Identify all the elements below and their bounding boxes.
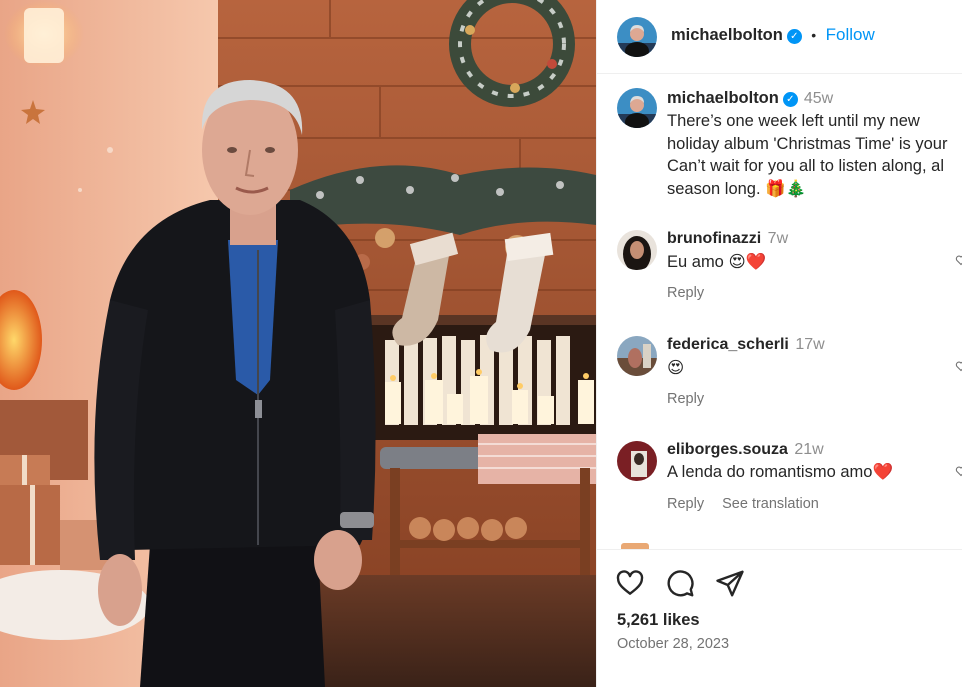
caption-avatar[interactable] <box>617 88 657 128</box>
commenter-avatar[interactable] <box>617 336 657 376</box>
heart-icon[interactable] <box>955 465 962 477</box>
commenter-avatar[interactable] <box>617 230 657 270</box>
follow-button[interactable]: Follow <box>826 25 875 44</box>
comment-text: Eu amo 😍❤️ <box>667 253 767 271</box>
heart-icon[interactable] <box>615 568 645 598</box>
reply-button[interactable]: Reply <box>667 391 704 407</box>
comment-timestamp[interactable]: 21w <box>794 441 823 458</box>
comment-timestamp[interactable]: 17w <box>795 336 824 353</box>
comment-timestamp[interactable]: 7w <box>768 230 788 247</box>
caption-text: There’s one week left until my new holid… <box>667 112 948 198</box>
comment-text: 😍 <box>667 359 685 377</box>
reply-button[interactable]: Reply <box>667 496 704 512</box>
separator-dot: • <box>811 27 817 43</box>
comment-item: federica_scherli 17w 😍 Reply <box>597 336 962 426</box>
post-actions-bar: 5,261 likes October 28, 2023 <box>597 549 962 687</box>
post-caption: michaelbolton ✓ 45w There’s one week left … <box>667 89 962 200</box>
author-username[interactable]: michaelbolton <box>671 26 783 44</box>
see-translation-button[interactable]: See translation <box>722 496 819 512</box>
heart-icon[interactable] <box>955 254 962 266</box>
post-header: michaelbolton ✓ • Follow <box>597 0 962 74</box>
christmas-scene-illustration <box>0 0 596 687</box>
comment-item: eliborges.souza 21w A lenda do romantism… <box>597 441 962 531</box>
post-side-panel: michaelbolton ✓ • Follow michaelbolton ✓ 45… <box>596 0 962 687</box>
comment-bubble-icon[interactable] <box>665 568 695 598</box>
comment-username[interactable]: eliborges.souza <box>667 441 788 458</box>
caption-timestamp[interactable]: 45w <box>804 90 833 107</box>
comment-username[interactable]: brunofinazzi <box>667 230 761 247</box>
header-user-line: michaelbolton ✓ • Follow <box>671 25 875 45</box>
comment-username[interactable]: federica_scherli <box>667 336 789 353</box>
commenter-avatar[interactable] <box>617 441 657 481</box>
reply-button[interactable]: Reply <box>667 285 704 301</box>
comment-text: A lenda do romantismo amo❤️ <box>667 463 893 481</box>
post-date[interactable]: October 28, 2023 <box>617 636 729 652</box>
verified-badge-icon: ✓ <box>786 29 802 44</box>
author-avatar[interactable] <box>617 17 657 57</box>
heart-icon[interactable] <box>955 360 962 372</box>
comment-item: brunofinazzi 7w Eu amo 😍❤️ Reply <box>597 230 962 320</box>
caption-username[interactable]: michaelbolton <box>667 89 779 107</box>
likes-count[interactable]: 5,261 likes <box>617 611 700 630</box>
paper-plane-icon[interactable] <box>715 568 745 598</box>
post-media-image[interactable] <box>0 0 596 687</box>
verified-badge-icon: ✓ <box>782 92 798 107</box>
